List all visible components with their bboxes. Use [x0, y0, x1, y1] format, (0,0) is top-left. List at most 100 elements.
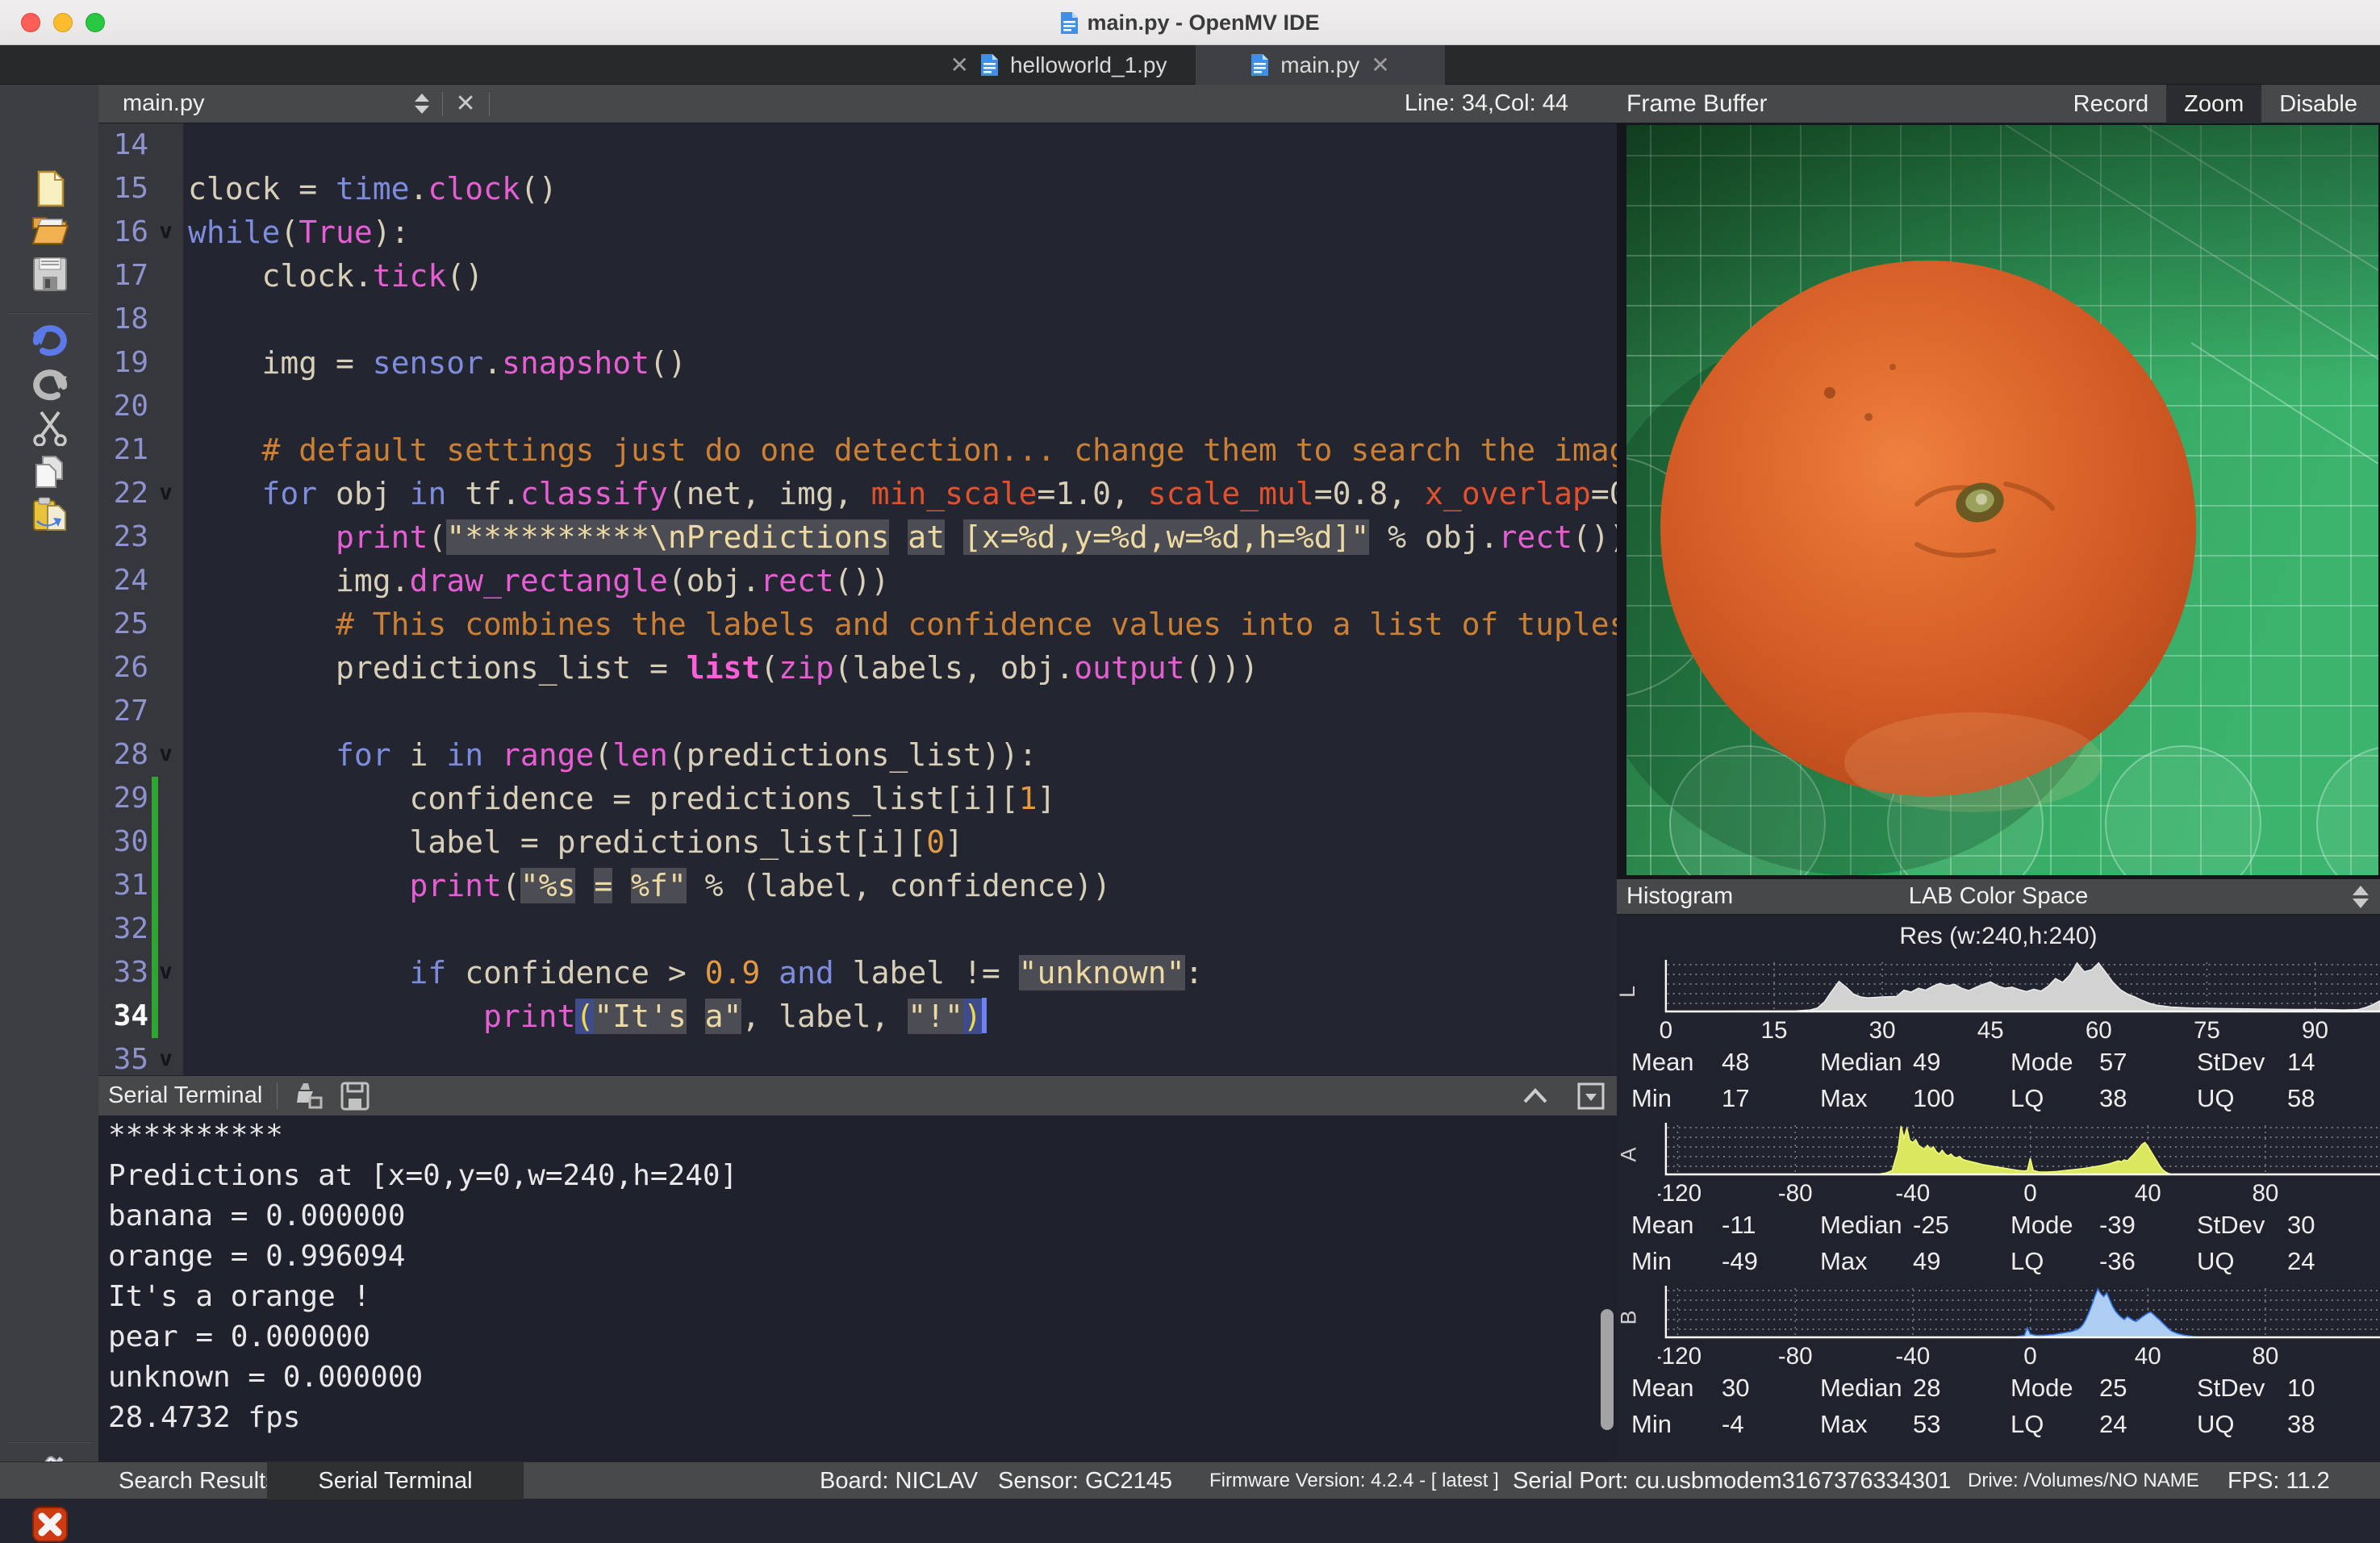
code-token: .	[502, 476, 520, 511]
code-token: obj	[336, 476, 410, 511]
line-number: 29	[98, 777, 148, 820]
clear-terminal-icon[interactable]	[292, 1082, 324, 1111]
tab-main[interactable]: main.py ✕	[1196, 45, 1445, 85]
fold-arrow-icon	[148, 254, 183, 298]
line-number: 33	[98, 951, 148, 995]
code-line: 26 predictions_list = list(zip(labels, o…	[98, 646, 1617, 690]
stat-value: 57	[2099, 1048, 2197, 1077]
close-tab-icon[interactable]: ✕	[950, 52, 968, 78]
histogram-channel-B: B-120-80-4004080Mean30Median28Mode25StDe…	[1617, 1284, 2380, 1442]
fold-arrow-icon[interactable]: v	[148, 211, 183, 254]
code-token: .	[410, 171, 428, 206]
code-token: (	[502, 868, 520, 903]
code-editor[interactable]: 1415clock = time.clock()16vwhile(True):1…	[98, 123, 1617, 1075]
code-token: print	[336, 519, 428, 555]
code-token	[945, 519, 963, 555]
stat-value: -4	[1722, 1410, 1820, 1439]
gutter-cell: 26	[98, 646, 183, 690]
code-token: ]	[945, 824, 963, 860]
statusbar-item[interactable]: Drive: /Volumes/NO NAME	[1968, 1462, 2199, 1499]
collapse-panel-icon[interactable]	[1522, 1087, 1549, 1105]
stop-icon[interactable]	[31, 1506, 69, 1543]
statusbar-item[interactable]: Search Results	[119, 1462, 278, 1499]
code-line: 28v for i in range(len(predictions_list)…	[98, 733, 1617, 777]
code-token	[687, 999, 705, 1034]
code-text	[183, 385, 188, 428]
fold-arrow-icon	[148, 167, 183, 211]
code-line: 30 label = predictions_list[i][0]	[98, 820, 1617, 864]
statusbar-item[interactable]: Serial Port: cu.usbmodem3167376334301	[1513, 1462, 1951, 1499]
record-button[interactable]: Record	[2056, 85, 2167, 123]
svg-text:60: 60	[2086, 1017, 2112, 1044]
save-log-icon[interactable]	[339, 1082, 371, 1111]
close-tab-icon[interactable]: ✕	[1371, 52, 1389, 78]
close-window-button[interactable]	[21, 13, 40, 32]
code-token: list	[687, 650, 761, 686]
svg-text:0: 0	[2023, 1343, 2036, 1370]
fold-arrow-icon[interactable]: v	[148, 472, 183, 515]
code-token: "**********\nPredictions	[446, 519, 889, 555]
colorspace-selector[interactable]: LAB Color Space	[1617, 883, 2380, 910]
minimize-window-button[interactable]	[53, 13, 73, 32]
code-token: ,	[741, 999, 779, 1034]
sidebar-separator	[6, 312, 92, 314]
gutter-cell: 30	[98, 820, 183, 864]
code-token: ,	[834, 476, 871, 511]
stat-value: -39	[2099, 1211, 2197, 1240]
paste-icon[interactable]	[31, 496, 69, 533]
redo-icon[interactable]	[31, 365, 69, 402]
stat-value: -49	[1722, 1247, 1820, 1276]
statusbar-item[interactable]: Firmware Version: 4.2.4 - [ latest ]	[1209, 1462, 1499, 1499]
code-token: for	[336, 737, 391, 773]
statusbar-item[interactable]: Board: NICLAV	[820, 1462, 978, 1499]
code-text: for obj in tf.classify(net, img, min_sca…	[183, 472, 1617, 515]
code-token: "%s	[520, 868, 576, 903]
fold-arrow-icon[interactable]: v	[148, 733, 183, 777]
zoom-button[interactable]: Zoom	[2166, 85, 2261, 123]
channel-stats-row: Mean30Median28Mode25StDev10	[1617, 1370, 2380, 1406]
code-token: print	[410, 868, 502, 903]
changed-line-bar	[152, 864, 158, 907]
code-line: 25 # This combines the labels and confid…	[98, 603, 1617, 646]
gutter-cell: 14	[98, 123, 183, 167]
code-token: True	[299, 215, 373, 250]
line-number: 27	[98, 690, 148, 733]
detach-panel-icon[interactable]	[1576, 1082, 1605, 1111]
stat-label: LQ	[2010, 1410, 2099, 1439]
sidebar-separator	[6, 1441, 92, 1443]
stat-value: -11	[1722, 1211, 1820, 1240]
statusbar-item[interactable]: FPS: 11.2	[2228, 1462, 2330, 1499]
code-token: (	[428, 519, 446, 555]
statusbar-item[interactable]: Sensor: GC2145	[998, 1462, 1172, 1499]
file-selector-spinner-icon[interactable]	[415, 94, 429, 114]
terminal-scrollbar[interactable]	[1601, 1309, 1614, 1430]
cut-icon[interactable]	[31, 409, 69, 446]
resolution-label: Res (w:240,h:240)	[1617, 915, 2380, 958]
save-icon[interactable]	[31, 256, 69, 293]
fold-arrow-icon[interactable]: v	[148, 1038, 183, 1075]
new-file-icon[interactable]	[31, 170, 69, 207]
gutter-cell: 35v	[98, 1038, 183, 1075]
stat-label: StDev	[2197, 1211, 2287, 1240]
stat-value: 49	[1913, 1048, 2010, 1077]
open-file-selector[interactable]: main.py	[123, 90, 205, 117]
maximize-window-button[interactable]	[86, 13, 105, 32]
code-token: ()))	[1185, 650, 1259, 686]
code-text	[183, 123, 188, 167]
svg-text:-120: -120	[1658, 1343, 1701, 1370]
toolbar-sidebar	[0, 85, 98, 1462]
code-line: 32	[98, 907, 1617, 951]
code-token	[188, 258, 262, 294]
serial-terminal-output[interactable]: **********Predictions at [x=0,y=0,w=240,…	[98, 1116, 1617, 1462]
copy-icon[interactable]	[31, 453, 69, 490]
close-editor-icon[interactable]: ✕	[456, 90, 476, 118]
statusbar-item[interactable]: Serial Terminal	[267, 1462, 524, 1499]
code-token: label	[410, 824, 520, 860]
undo-icon[interactable]	[31, 321, 69, 358]
code-token: !=	[963, 955, 1019, 990]
changed-line-bar	[152, 951, 158, 995]
disable-button[interactable]: Disable	[2261, 85, 2375, 123]
gutter-cell: 34	[98, 995, 183, 1038]
tab-helloworld_1[interactable]: ✕ helloworld_1.py	[933, 45, 1184, 85]
open-folder-icon[interactable]	[31, 210, 69, 247]
